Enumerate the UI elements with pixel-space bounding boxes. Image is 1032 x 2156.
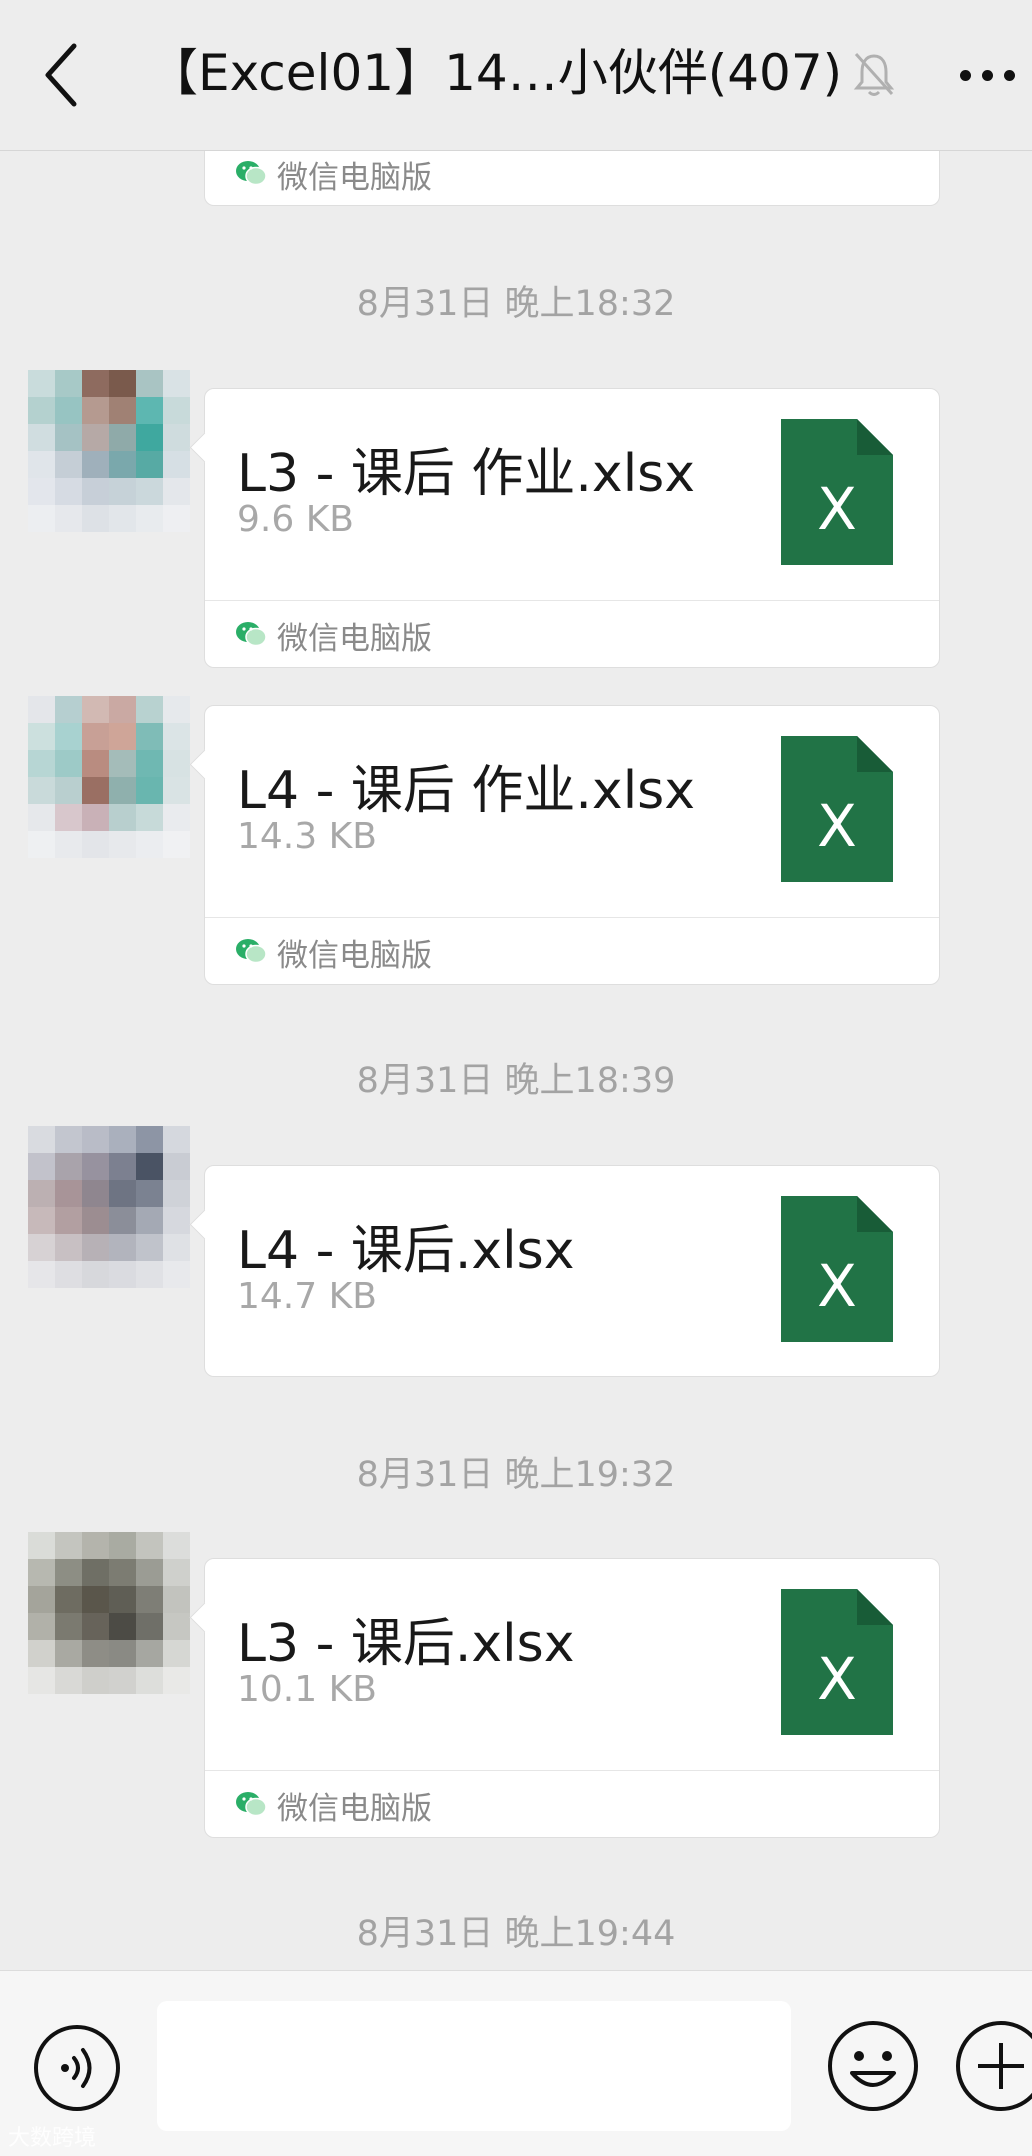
file-message[interactable]: L4 - 课后.xlsx 14.7 KB X: [189, 1165, 940, 1377]
file-name: L3 - 课后 作业.xlsx: [237, 444, 696, 504]
timestamp: 8月31日 晚上18:32: [356, 284, 676, 324]
wechat-icon: [236, 622, 267, 647]
excel-file-icon: X: [781, 1589, 893, 1735]
wechat-icon: [236, 1792, 267, 1817]
svg-text:X: X: [817, 1645, 857, 1713]
excel-file-icon: X: [781, 1196, 893, 1342]
voice-icon[interactable]: [32, 2023, 122, 2113]
timestamp: 8月31日 晚上19:32: [356, 1455, 676, 1495]
chat-header: 【Excel01】14…小伙伴(407): [0, 0, 1032, 151]
file-message[interactable]: L3 - 课后.xlsx 10.1 KB X 微信电脑版: [189, 1558, 940, 1838]
file-size: 14.3 KB: [237, 816, 377, 857]
bell-muted-icon: [853, 52, 895, 96]
file-name: L3 - 课后.xlsx: [237, 1614, 575, 1674]
svg-text:X: X: [817, 792, 857, 860]
avatar[interactable]: [28, 1532, 190, 1694]
message-input[interactable]: [157, 2001, 791, 2131]
wechat-icon: [236, 161, 267, 186]
plus-icon[interactable]: [954, 2019, 1032, 2113]
message-source-footer: 微信电脑版: [205, 1770, 939, 1837]
file-size: 14.7 KB: [237, 1276, 377, 1317]
source-label: 微信电脑版: [277, 938, 432, 974]
file-name: L4 - 课后 作业.xlsx: [237, 761, 696, 821]
file-message[interactable]: L3 - 课后 作业.xlsx 9.6 KB X 微信电脑版: [189, 388, 940, 668]
more-dots-icon[interactable]: [960, 70, 1016, 82]
svg-text:X: X: [817, 475, 857, 543]
source-label: 微信电脑版: [277, 160, 432, 196]
avatar[interactable]: [28, 1126, 190, 1288]
excel-file-icon: X: [781, 736, 893, 882]
source-label: 微信电脑版: [277, 621, 432, 657]
chat-title: 【Excel01】14…小伙伴(407): [148, 44, 838, 102]
timestamp: 8月31日 晚上19:44: [356, 1914, 676, 1954]
file-name: L4 - 课后.xlsx: [237, 1221, 575, 1281]
svg-text:X: X: [817, 1252, 857, 1320]
source-label: 微信电脑版: [277, 1791, 432, 1827]
emoji-icon[interactable]: [826, 2019, 920, 2113]
wechat-icon: [236, 939, 267, 964]
avatar[interactable]: [28, 696, 190, 858]
excel-file-icon: X: [781, 419, 893, 565]
previous-message-footer: 微信电脑版: [204, 148, 940, 206]
file-size: 9.6 KB: [237, 499, 354, 540]
avatar[interactable]: [28, 370, 190, 532]
file-message[interactable]: L4 - 课后 作业.xlsx 14.3 KB X 微信电脑版: [189, 705, 940, 985]
message-source-footer: 微信电脑版: [205, 600, 939, 667]
chat-input-bar: [0, 1970, 1032, 2156]
message-source-footer: 微信电脑版: [205, 917, 939, 984]
chevron-left-icon[interactable]: [40, 40, 80, 110]
timestamp: 8月31日 晚上18:39: [356, 1061, 676, 1101]
file-size: 10.1 KB: [237, 1669, 377, 1710]
watermark: 大数跨境: [8, 2126, 97, 2151]
